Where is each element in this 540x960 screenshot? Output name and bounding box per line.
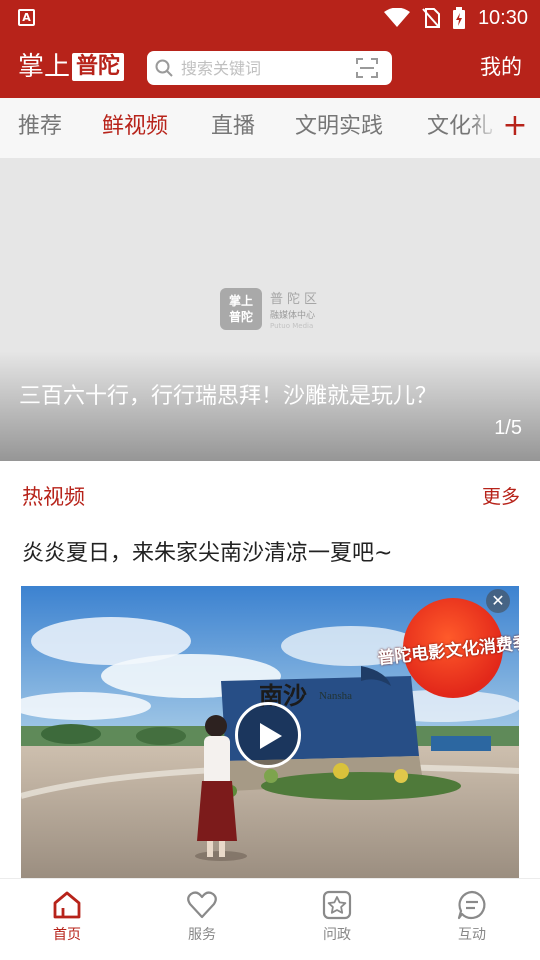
promo-badge: 普陀电影文化消费季 xyxy=(376,598,519,698)
play-icon xyxy=(260,723,282,749)
app-notification-icon: A xyxy=(18,9,35,26)
scan-icon[interactable] xyxy=(356,58,378,78)
tab-fresh-video[interactable]: 鲜视频 xyxy=(102,112,168,142)
banner-placeholder-logo: 掌上 普陀 普陀区 融媒体中心 Putuo Media xyxy=(220,288,321,330)
battery-charging-icon xyxy=(452,7,465,29)
search-icon xyxy=(155,59,173,77)
banner-page-indicator: 1/5 xyxy=(494,417,522,439)
star-box-icon xyxy=(322,890,352,920)
tabs-fade xyxy=(470,98,500,158)
logo-highlight: 普陀 xyxy=(72,53,125,81)
play-button[interactable] xyxy=(235,702,301,768)
wifi-icon xyxy=(383,8,410,27)
nav-service[interactable]: 服务 xyxy=(162,889,242,951)
search-input[interactable] xyxy=(181,56,341,80)
banner-caption: 三百六十行，行行瑞思拜！沙雕就是玩儿？ xyxy=(19,384,438,409)
nav-label: 互动 xyxy=(458,927,486,943)
bottom-navigation: 首页 服务 问政 互动 xyxy=(0,878,540,960)
search-bar[interactable] xyxy=(147,51,392,85)
heart-icon xyxy=(187,891,217,919)
nav-home[interactable]: 首页 xyxy=(27,889,107,951)
app-logo[interactable]: 掌上 普陀 xyxy=(18,50,125,84)
channel-tabs: 推荐 鲜视频 直播 文明实践 文化礼 + xyxy=(0,98,540,158)
sign-en-text: Nansha xyxy=(319,690,352,702)
add-channel-icon[interactable]: + xyxy=(500,108,530,144)
no-sim-icon xyxy=(422,8,440,28)
logo-prefix: 掌上 xyxy=(18,52,71,82)
banner-carousel[interactable]: 掌上 普陀 普陀区 融媒体中心 Putuo Media 三百六十行，行行瑞思拜！… xyxy=(0,158,540,461)
my-profile-button[interactable]: 我的 xyxy=(480,52,522,82)
chat-icon xyxy=(457,890,486,920)
video-title[interactable]: 炎炎夏日，来朱家尖南沙清凉一夏吧~ xyxy=(22,538,392,570)
nav-label: 服务 xyxy=(188,927,216,943)
app-header: 掌上 普陀 我的 xyxy=(0,36,540,98)
hot-video-header: 热视频 更多 xyxy=(0,470,540,522)
tab-live[interactable]: 直播 xyxy=(211,112,255,142)
tab-civilization-practice[interactable]: 文明实践 xyxy=(295,112,383,142)
tab-recommend[interactable]: 推荐 xyxy=(18,112,62,142)
status-icons: 10:30 xyxy=(383,6,528,30)
more-button[interactable]: 更多 xyxy=(482,482,520,512)
media-logo-text: 普陀区 融媒体中心 Putuo Media xyxy=(270,292,322,330)
nav-politics[interactable]: 问政 xyxy=(297,889,377,951)
close-icon[interactable]: ✕ xyxy=(486,589,510,613)
nav-label: 首页 xyxy=(53,927,81,943)
section-title: 热视频 xyxy=(22,485,85,509)
status-bar: A 10:30 xyxy=(0,0,540,36)
clock: 10:30 xyxy=(477,6,528,29)
nav-label: 问政 xyxy=(323,927,351,943)
video-card[interactable]: 南沙 Nansha 普陀电影文化消费季 ✕ xyxy=(21,586,519,878)
nav-interact[interactable]: 互动 xyxy=(432,889,512,951)
media-logo-box: 掌上 普陀 xyxy=(220,288,262,330)
home-icon xyxy=(53,891,81,919)
